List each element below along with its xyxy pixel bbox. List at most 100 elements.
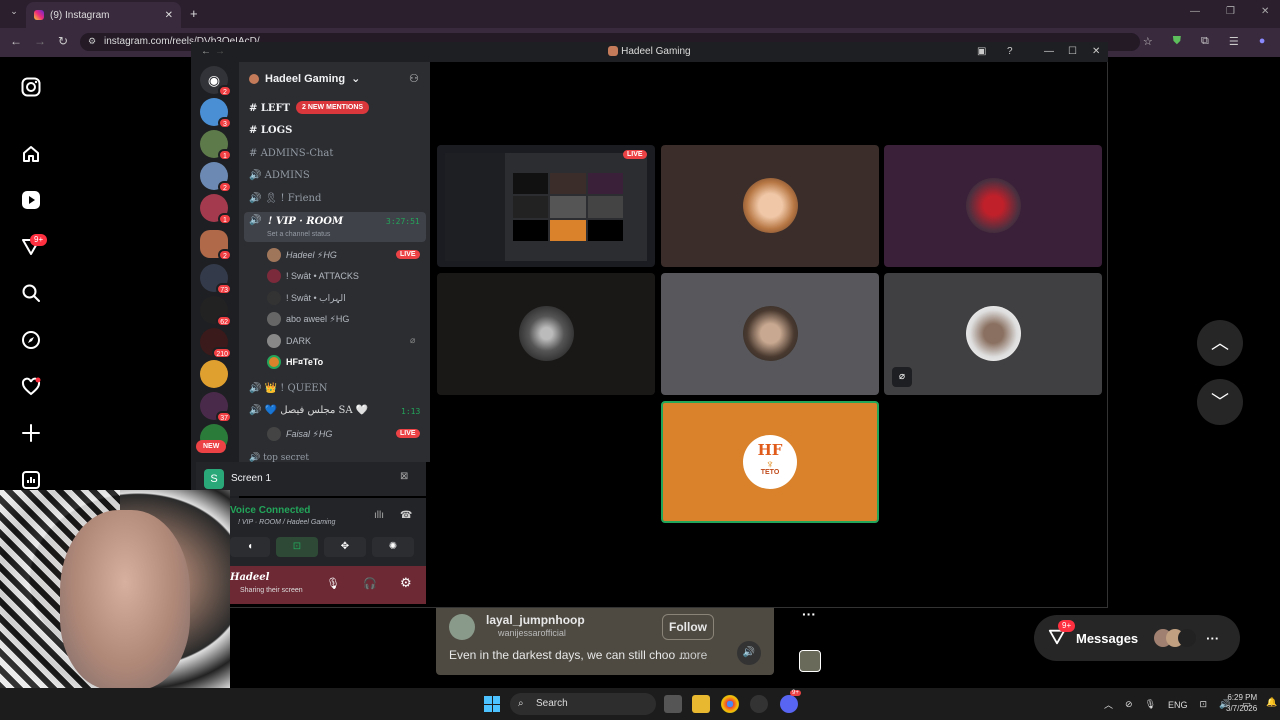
voice-channel-sa[interactable]: 🔊 💙 مجلس فيصل SA 🤍: [249, 405, 368, 416]
server-icon-4[interactable]: 1: [200, 194, 232, 225]
participant-tile-2[interactable]: [661, 145, 879, 267]
discord-home-icon[interactable]: ◉ 2: [200, 66, 232, 97]
audio-thumbnail[interactable]: [799, 650, 821, 672]
headphones-icon[interactable]: 🎧: [363, 577, 377, 590]
taskbar-search[interactable]: ⌕ Search: [510, 693, 656, 715]
discord-forward-icon[interactable]: →: [215, 42, 225, 62]
voice-channel-friend[interactable]: 🔊 🎗 ! Friend: [249, 193, 321, 204]
discord-close-icon[interactable]: ✕: [1092, 42, 1100, 62]
reel-username[interactable]: layal_jumpnhoop: [486, 613, 585, 627]
next-reel-button[interactable]: ﹀: [1197, 379, 1243, 425]
volume-icon[interactable]: 🔊: [737, 641, 761, 665]
stream-tile-screen-share[interactable]: LIVE: [437, 145, 655, 267]
instagram-logo-icon[interactable]: [20, 77, 42, 99]
bookmark-star-icon[interactable]: ☆: [1143, 35, 1153, 48]
start-button[interactable]: [484, 696, 500, 712]
notification-bell-icon[interactable]: 🔔: [1266, 697, 1277, 708]
stop-stream-icon[interactable]: ⊠: [400, 471, 408, 482]
shield-extension-icon[interactable]: ⛊: [1173, 35, 1181, 48]
inbox-icon[interactable]: ▣: [977, 42, 986, 62]
channel-left[interactable]: # LEFT: [249, 103, 290, 114]
new-tab-button[interactable]: +: [190, 6, 198, 21]
channel-status-link[interactable]: Set a channel status: [267, 231, 330, 238]
notifications-heart-icon[interactable]: [20, 377, 42, 399]
server-icon-hadeel-gaming[interactable]: 2: [200, 230, 232, 261]
voice-member-hadeel[interactable]: Hadeel ⚡HG: [267, 248, 337, 262]
tray-chevron-icon[interactable]: ︿: [1104, 698, 1113, 711]
app-icon[interactable]: [750, 695, 768, 713]
explore-icon[interactable]: [20, 330, 42, 352]
voice-member-dark[interactable]: DARK: [267, 334, 311, 348]
browser-tab[interactable]: (9) Instagram ✕: [26, 2, 181, 28]
voice-channel-admins[interactable]: 🔊 ADMINS: [249, 170, 310, 181]
back-icon[interactable]: ←: [10, 34, 22, 48]
voice-member-faisal[interactable]: Faisal ⚡HG: [267, 427, 332, 441]
participant-tile-6[interactable]: ⌀: [884, 273, 1102, 395]
channel-admins-chat[interactable]: # ADMINS-Chat: [249, 148, 333, 159]
microphone-icon[interactable]: 🎙: [326, 577, 340, 590]
site-info-icon[interactable]: ⚙: [88, 36, 96, 47]
reading-list-icon[interactable]: ☰: [1229, 35, 1239, 48]
camera-button[interactable]: ◖: [230, 537, 270, 557]
voice-member-abo-aweel[interactable]: abo aweel ⚡HG: [267, 312, 349, 326]
reel-more-options-icon[interactable]: ···: [802, 606, 816, 622]
forward-icon[interactable]: →: [34, 34, 46, 48]
help-icon[interactable]: ?: [1007, 42, 1013, 62]
voice-member-teto[interactable]: HF¤TeTo: [267, 355, 323, 369]
clock[interactable]: 6:29 PM 3/7/2026: [1226, 692, 1257, 714]
new-servers-pill[interactable]: NEW: [196, 440, 227, 453]
participant-tile-4[interactable]: [437, 273, 655, 395]
soundboard-button[interactable]: ✺: [372, 537, 414, 557]
disconnect-icon[interactable]: ☎: [400, 510, 412, 521]
participant-tile-5[interactable]: [661, 273, 879, 395]
search-icon[interactable]: [20, 283, 42, 305]
network-icon[interactable]: ⊘: [1125, 699, 1133, 710]
file-explorer-icon[interactable]: [692, 695, 710, 713]
server-icon-7[interactable]: 62: [200, 296, 232, 327]
discord-back-icon[interactable]: ←: [201, 42, 211, 62]
mentions-badge[interactable]: 2 NEW MENTIONS: [296, 101, 370, 114]
server-icon-9[interactable]: [200, 360, 228, 388]
task-view-icon[interactable]: [664, 695, 682, 713]
voice-member-swat-attacks[interactable]: ! Swât • ATTACKS: [267, 269, 359, 283]
profile-icon[interactable]: ●: [1259, 35, 1266, 48]
follow-button[interactable]: Follow: [662, 614, 714, 640]
reel-author-avatar[interactable]: [449, 614, 475, 640]
activities-button[interactable]: ✥: [324, 537, 366, 557]
participant-tile-3[interactable]: [884, 145, 1102, 267]
participant-tile-teto-speaking[interactable]: HF ♆ TETO: [661, 401, 879, 523]
close-window-icon[interactable]: ✕: [1261, 6, 1269, 17]
discord-taskbar-icon[interactable]: 9+: [780, 690, 801, 713]
create-icon[interactable]: [20, 423, 42, 445]
voice-member-swat-2[interactable]: ! Swât • الہراب: [267, 291, 346, 305]
display-icon[interactable]: ⊡: [1200, 699, 1208, 710]
dashboard-icon[interactable]: [20, 470, 42, 492]
previous-reel-button[interactable]: ︿: [1197, 320, 1243, 366]
active-voice-channel[interactable]: ! VIP · ROOM 🔊 3:27:51 Set a channel sta…: [244, 212, 426, 242]
reels-icon[interactable]: [20, 190, 42, 212]
server-icon-3[interactable]: 2: [200, 162, 232, 193]
messenger-icon[interactable]: 9+: [20, 234, 48, 259]
share-screen-button[interactable]: ⊡: [276, 537, 318, 557]
maximize-icon[interactable]: ❐: [1226, 6, 1235, 17]
tab-list-button[interactable]: ⌄: [6, 6, 22, 22]
discord-minimize-icon[interactable]: —: [1044, 42, 1054, 62]
caption-more-link[interactable]: more: [680, 648, 707, 662]
settings-gear-icon[interactable]: ⚙: [400, 575, 412, 591]
discord-maximize-icon[interactable]: ☐: [1068, 42, 1077, 62]
voice-channel-path[interactable]: ! VIP · ROOM / Hadeel Gaming: [238, 519, 335, 526]
extensions-puzzle-icon[interactable]: ⧉: [1201, 35, 1209, 48]
server-icon-10[interactable]: 37: [200, 392, 232, 423]
server-icon-1[interactable]: 3: [200, 98, 232, 129]
signal-icon[interactable]: ıllı: [374, 510, 384, 521]
user-name[interactable]: Hadeel: [230, 572, 269, 583]
reload-icon[interactable]: ↻: [58, 34, 68, 48]
home-icon[interactable]: [20, 144, 42, 166]
server-icon-2[interactable]: 1: [200, 130, 232, 161]
mic-tray-icon[interactable]: 🎙: [1145, 699, 1156, 710]
server-icon-6[interactable]: 73: [200, 264, 232, 295]
server-icon-8[interactable]: 210: [200, 328, 232, 359]
voice-channel-queen[interactable]: 🔊 👑 ! QUEEN: [249, 383, 327, 394]
chrome-icon[interactable]: [721, 695, 739, 713]
invite-icon[interactable]: ⚇: [409, 72, 419, 85]
